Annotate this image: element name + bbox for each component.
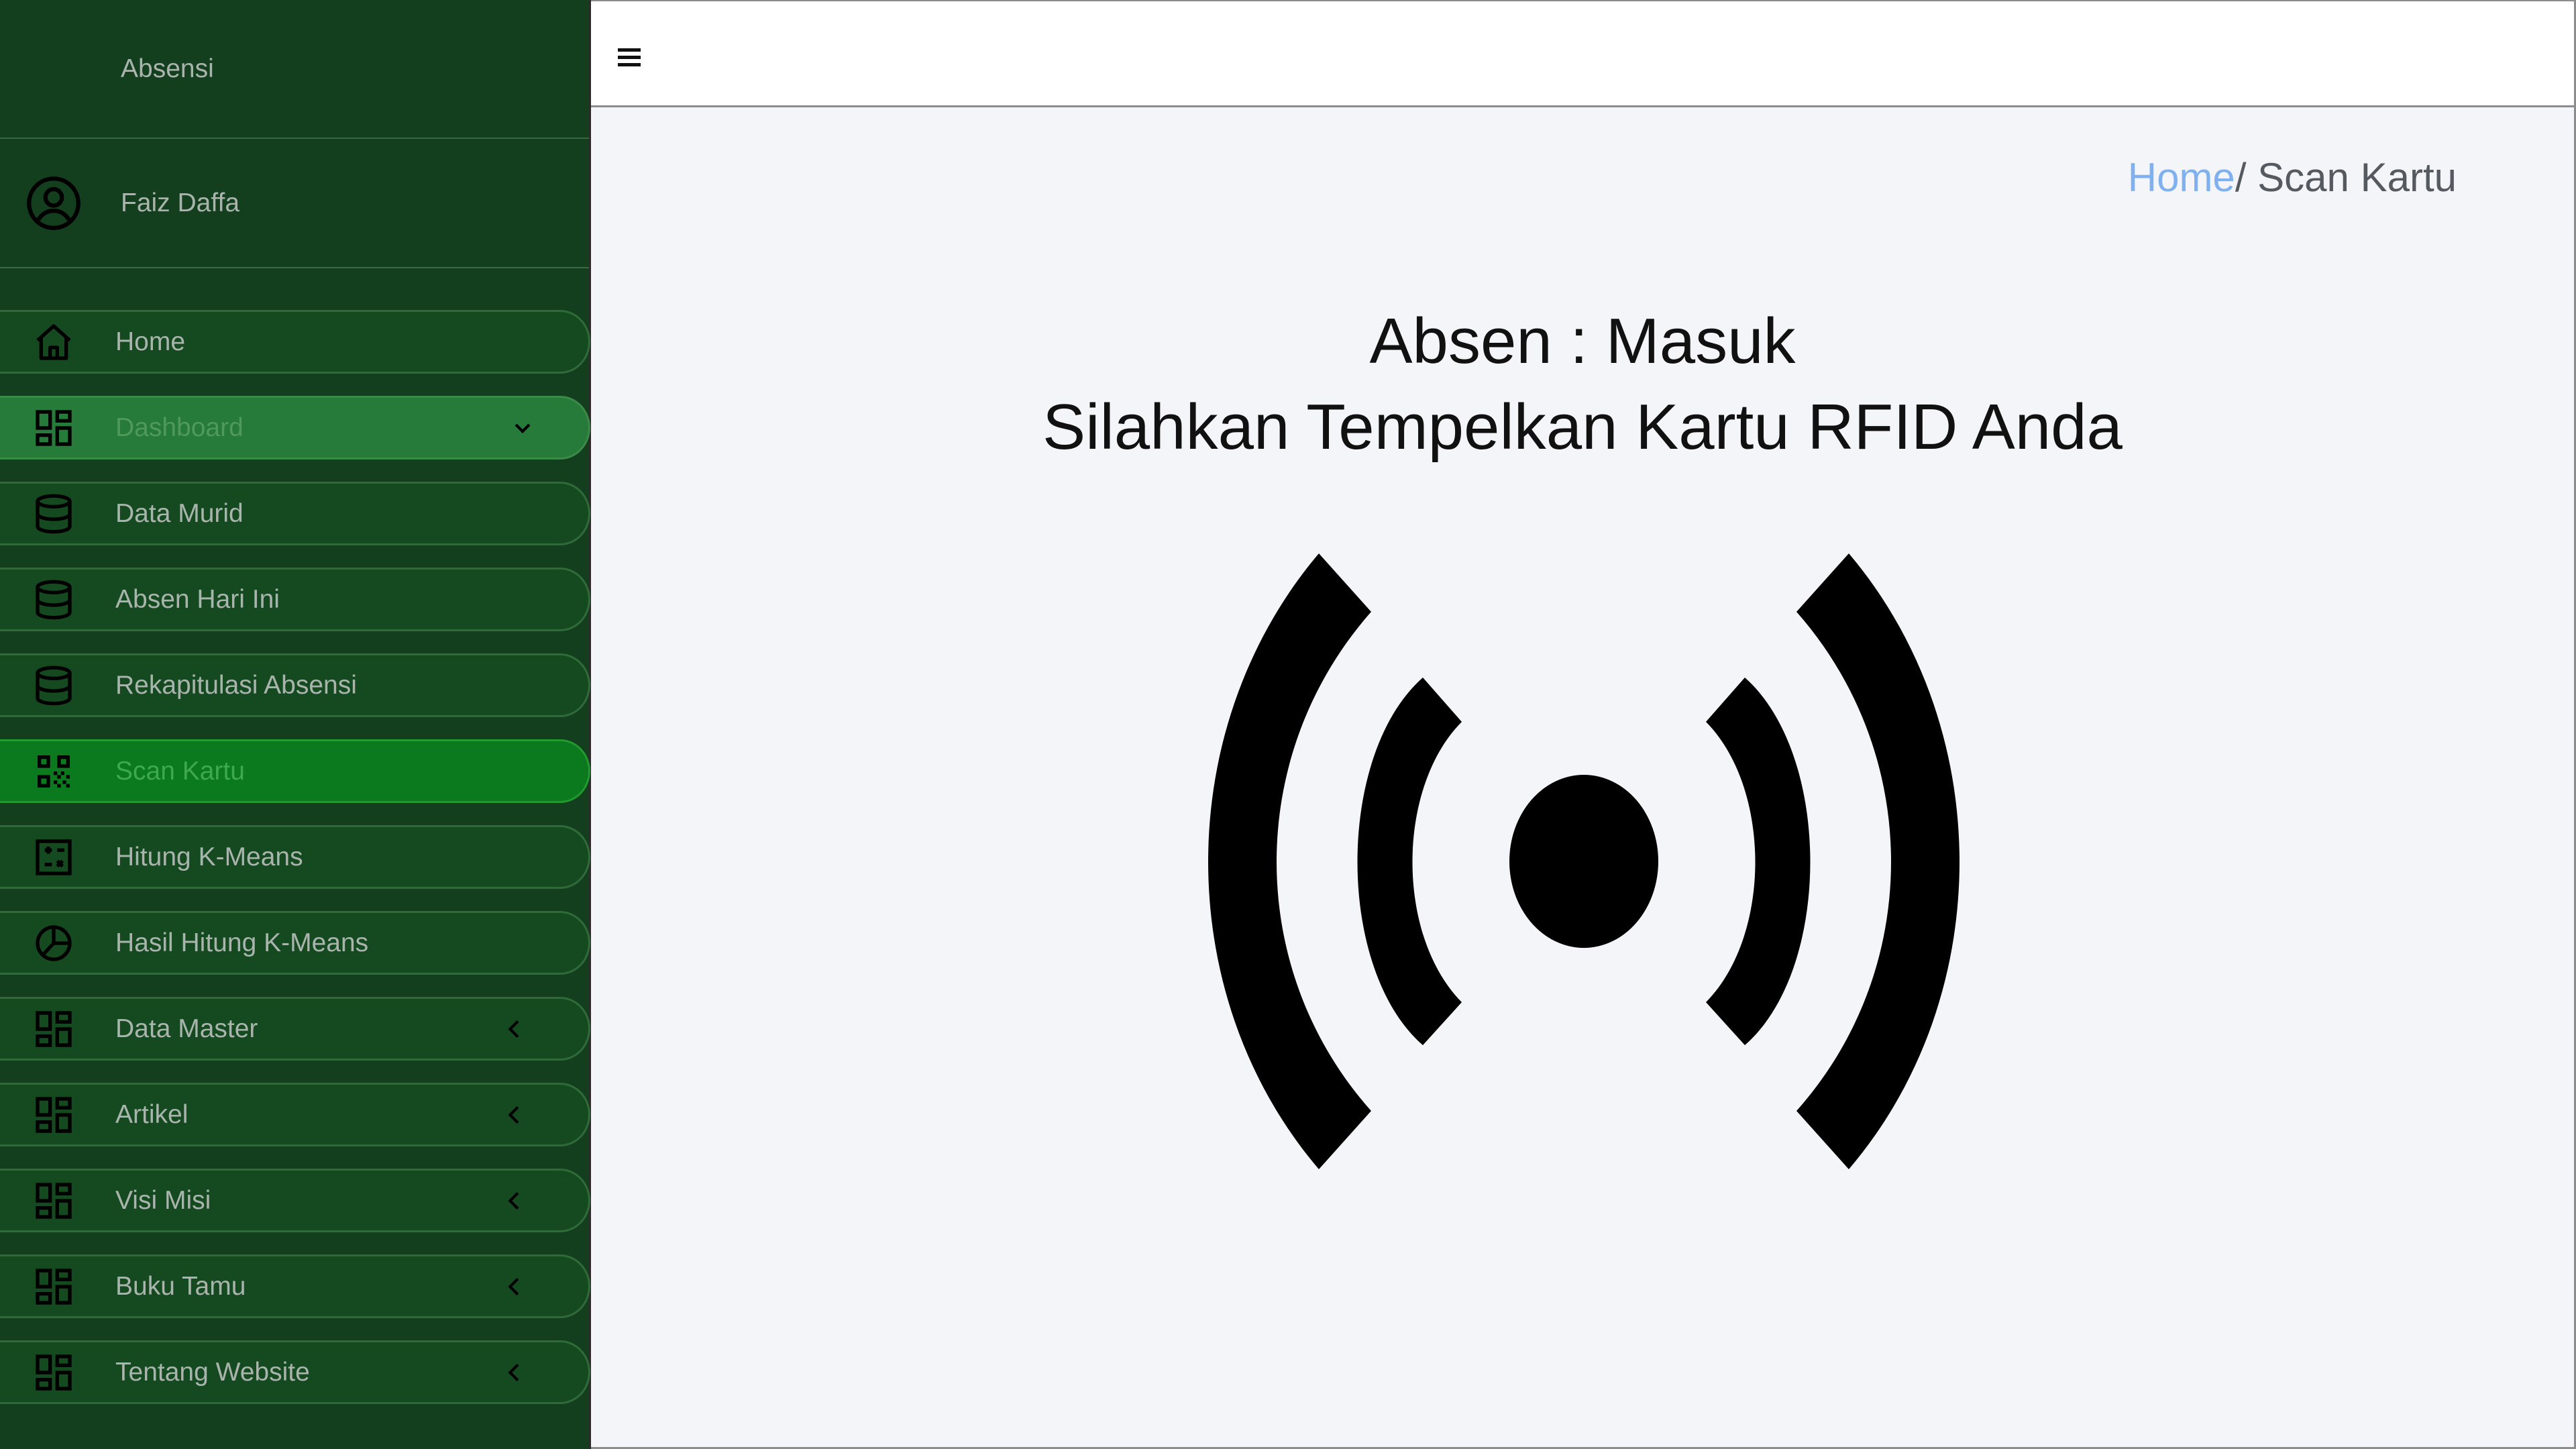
- sidebar-item-label: Rekapitulasi Absensi: [115, 670, 357, 700]
- topbar: [591, 0, 2576, 107]
- sidebar-item-tentang-website[interactable]: Tentang Website: [0, 1340, 590, 1404]
- grid-icon: [36, 1182, 72, 1219]
- pie-icon: [36, 924, 72, 961]
- sidebar-item-artikel[interactable]: Artikel: [0, 1083, 590, 1146]
- sidebar-item-dashboard[interactable]: Dashboard: [0, 396, 590, 460]
- qr-icon: [38, 755, 70, 788]
- chevron-left-icon: [508, 1106, 519, 1124]
- chevron-left-icon: [508, 1191, 519, 1210]
- sidebar-item-absen-hari-ini[interactable]: Absen Hari Ini: [0, 568, 590, 631]
- database-icon: [36, 665, 72, 705]
- grid-icon: [36, 1268, 72, 1305]
- chevron-left-icon: [508, 1020, 519, 1038]
- sidebar-item-label: Absen Hari Ini: [115, 584, 280, 614]
- rfid-broadcast-icon: [1208, 553, 1960, 1169]
- sidebar-item-home[interactable]: Home: [0, 310, 590, 374]
- user-name: Faiz Daffa: [121, 188, 240, 217]
- database-icon: [36, 494, 72, 533]
- database-icon: [36, 580, 72, 619]
- brand-name[interactable]: Absensi: [0, 0, 589, 139]
- sidebar: Absensi Faiz Daffa Home Dashboard Data M…: [0, 0, 591, 1449]
- sidebar-menu: Home Dashboard Data Murid Absen Hari Ini…: [0, 268, 590, 1404]
- breadcrumb-current: / Scan Kartu: [2235, 155, 2457, 200]
- main-content: Home/ Scan Kartu Absen : Masuk Silahkan …: [591, 107, 2576, 1449]
- sidebar-item-label: Scan Kartu: [115, 756, 245, 786]
- page-heading: Absen : Masuk Silahkan Tempelkan Kartu R…: [591, 299, 2574, 470]
- grid-icon: [36, 1010, 72, 1047]
- breadcrumb-home-link[interactable]: Home: [2128, 155, 2235, 200]
- sidebar-item-hasil-hitung-k-means[interactable]: Hasil Hitung K-Means: [0, 911, 590, 975]
- breadcrumb: Home/ Scan Kartu: [2128, 154, 2457, 201]
- sidebar-item-data-master[interactable]: Data Master: [0, 997, 590, 1061]
- grid-icon: [36, 1354, 72, 1391]
- attendance-mode-title: Absen : Masuk: [1369, 305, 1796, 377]
- scan-instruction: Silahkan Tempelkan Kartu RFID Anda: [1042, 391, 2123, 463]
- grid-icon: [36, 409, 72, 446]
- sidebar-item-label: Hitung K-Means: [115, 842, 303, 871]
- chevron-down-icon: [515, 423, 531, 433]
- sidebar-item-scan-kartu[interactable]: Scan Kartu: [0, 739, 590, 803]
- home-icon: [36, 323, 71, 360]
- sidebar-item-label: Data Murid: [115, 498, 244, 528]
- grid-icon: [36, 1096, 72, 1133]
- hamburger-menu-icon[interactable]: [618, 48, 641, 67]
- sidebar-item-hitung-k-means[interactable]: Hitung K-Means: [0, 825, 590, 889]
- sidebar-item-buku-tamu[interactable]: Buku Tamu: [0, 1254, 590, 1318]
- app-root: Absensi Faiz Daffa Home Dashboard Data M…: [0, 0, 2576, 1449]
- user-panel[interactable]: Faiz Daffa: [0, 139, 589, 268]
- sidebar-item-label: Home: [115, 327, 186, 356]
- user-avatar-icon: [27, 176, 80, 230]
- sidebar-item-rekapitulasi-absensi[interactable]: Rekapitulasi Absensi: [0, 653, 590, 717]
- chevron-left-icon: [508, 1363, 519, 1381]
- sidebar-item-data-murid[interactable]: Data Murid: [0, 482, 590, 545]
- sidebar-item-label: Hasil Hitung K-Means: [115, 928, 369, 957]
- chevron-left-icon: [508, 1277, 519, 1295]
- calculator-icon: [36, 839, 72, 875]
- sidebar-item-visi-misi[interactable]: Visi Misi: [0, 1169, 590, 1232]
